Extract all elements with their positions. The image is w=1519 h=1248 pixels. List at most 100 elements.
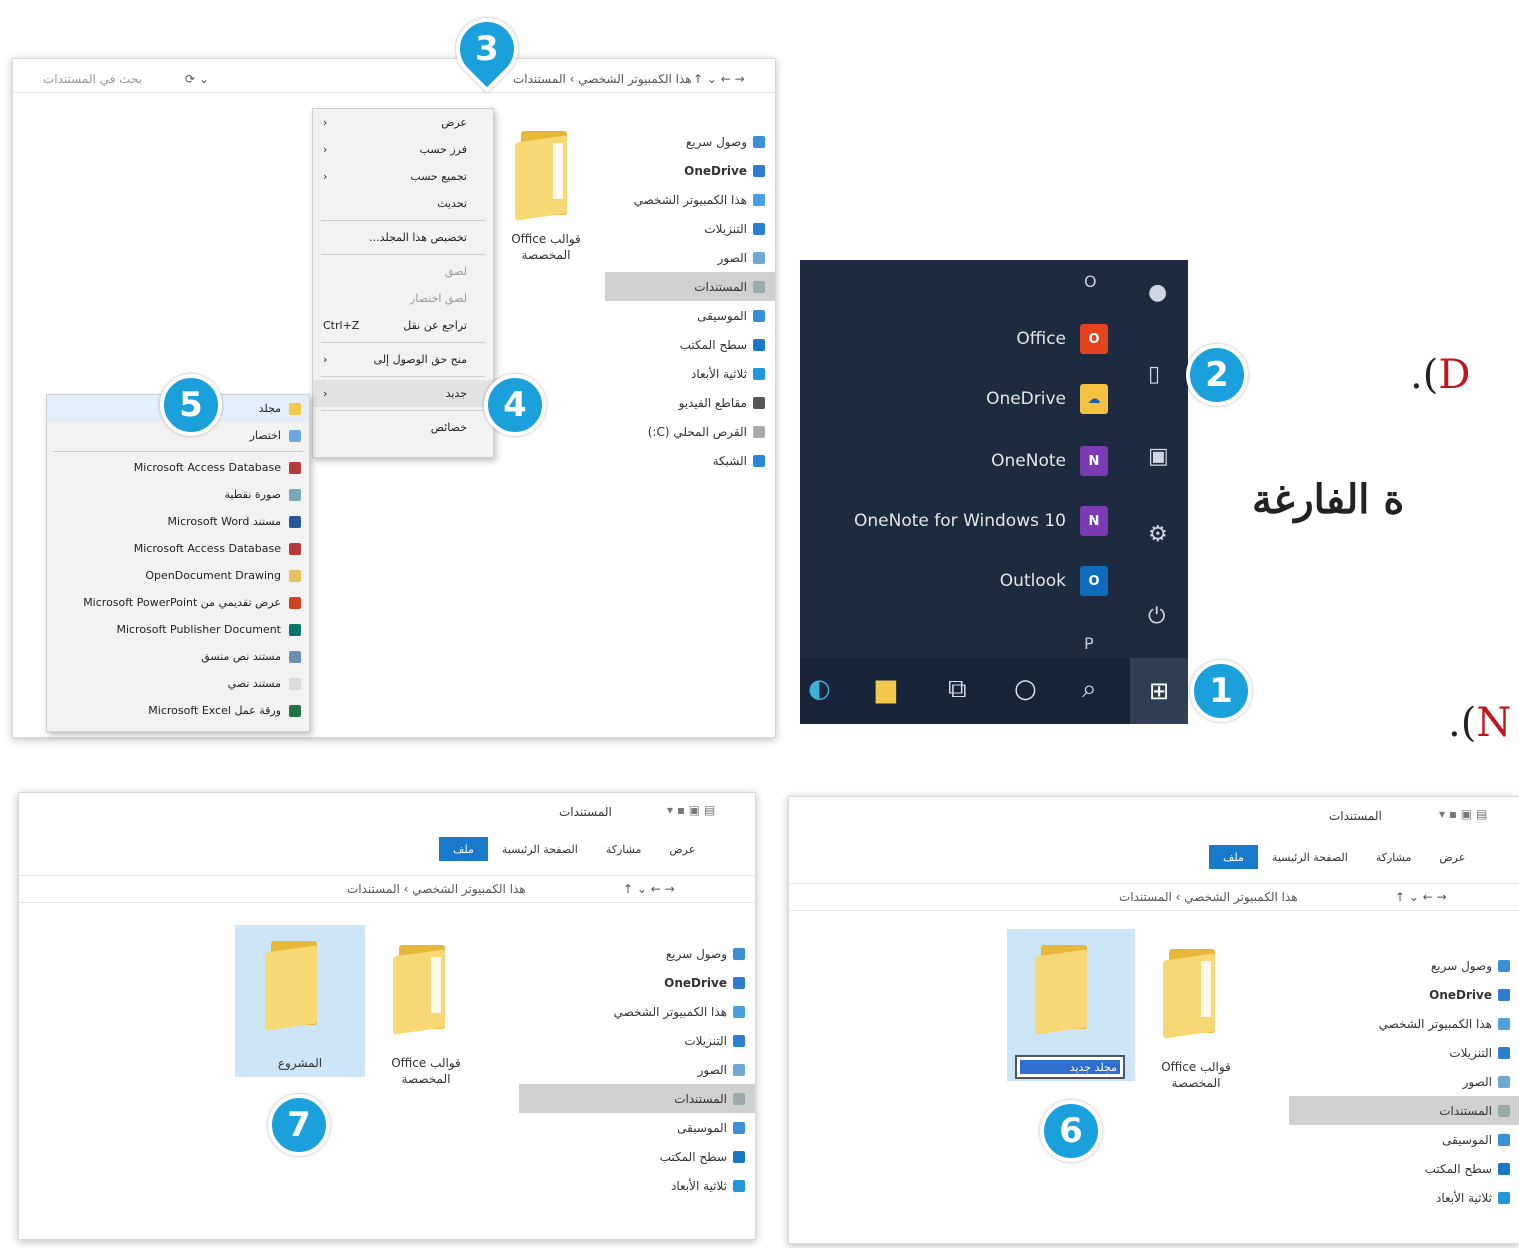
nav-arrows-icon[interactable]: ↑ ⌄ ← → bbox=[1395, 890, 1447, 904]
nav-arrows-icon[interactable]: ↑ ⌄ ← → bbox=[693, 72, 745, 86]
nav-music[interactable]: الموسيقى bbox=[1289, 1125, 1519, 1154]
tab-view[interactable]: عرض bbox=[1425, 845, 1479, 869]
submenu-access-db-2[interactable]: Microsoft Access Database bbox=[47, 535, 309, 562]
nav-documents[interactable]: المستندات bbox=[1289, 1096, 1519, 1125]
rename-input[interactable] bbox=[1015, 1055, 1125, 1079]
submenu-text[interactable]: مستند نصي bbox=[47, 670, 309, 697]
folder-icon[interactable] bbox=[265, 935, 323, 1031]
address-bar[interactable]: هذا الكمبيوتر الشخصي › المستندات ↑ ⌄ ← → bbox=[789, 883, 1519, 911]
windows-start-button[interactable]: ⊞ bbox=[1130, 658, 1188, 724]
app-onenote-win10[interactable]: OneNote for Windows 10 N bbox=[854, 506, 1108, 536]
nav-downloads[interactable]: التنزيلات bbox=[605, 214, 775, 243]
search-icon[interactable]: ⌕ bbox=[1082, 674, 1097, 705]
nav-desktop[interactable]: سطح المكتب bbox=[519, 1142, 755, 1171]
file-explorer-icon[interactable]: ▆ bbox=[876, 674, 896, 704]
power-icon[interactable]: ⏻ bbox=[1148, 604, 1165, 629]
nav-downloads[interactable]: التنزيلات bbox=[519, 1026, 755, 1055]
menu-paste[interactable]: لصق bbox=[313, 258, 493, 285]
nav-3d-objects[interactable]: ثلاثية الأبعاد bbox=[1289, 1183, 1519, 1212]
app-office[interactable]: Office O bbox=[1016, 324, 1108, 354]
folder-icon[interactable] bbox=[1163, 943, 1221, 1039]
nav-onedrive[interactable]: OneDrive bbox=[1289, 980, 1519, 1009]
nav-pictures[interactable]: الصور bbox=[1289, 1067, 1519, 1096]
submenu-word[interactable]: مستند Microsoft Word bbox=[47, 508, 309, 535]
tab-view[interactable]: عرض bbox=[655, 837, 709, 861]
nav-downloads[interactable]: التنزيلات bbox=[1289, 1038, 1519, 1067]
menu-refresh[interactable]: تحديث bbox=[313, 190, 493, 217]
submenu-odg[interactable]: OpenDocument Drawing bbox=[47, 562, 309, 589]
nav-onedrive[interactable]: OneDrive bbox=[519, 968, 755, 997]
edge-icon[interactable]: ◐ bbox=[808, 674, 831, 704]
tab-file[interactable]: ملف bbox=[1209, 845, 1258, 869]
address-path[interactable]: هذا الكمبيوتر الشخصي › المستندات bbox=[347, 882, 526, 896]
nav-this-pc[interactable]: هذا الكمبيوتر الشخصي bbox=[1289, 1009, 1519, 1038]
submenu-excel[interactable]: ورقة عمل Microsoft Excel bbox=[47, 697, 309, 724]
nav-arrows-icon[interactable]: ↑ ⌄ ← → bbox=[623, 882, 675, 896]
documents-icon[interactable]: ▯ bbox=[1148, 362, 1160, 387]
nav-music[interactable]: الموسيقى bbox=[519, 1113, 755, 1142]
folder-icon[interactable] bbox=[515, 125, 573, 221]
nav-desktop[interactable]: سطح المكتب bbox=[605, 330, 775, 359]
nav-music[interactable]: الموسيقى bbox=[605, 301, 775, 330]
menu-sort-by[interactable]: فرز حسب ‹ bbox=[313, 136, 493, 163]
address-path[interactable]: هذا الكمبيوتر الشخصي › المستندات bbox=[513, 72, 692, 86]
submenu-powerpoint[interactable]: عرض تقديمي من Microsoft PowerPoint bbox=[47, 589, 309, 616]
tab-home[interactable]: الصفحة الرئيسية bbox=[1258, 845, 1362, 869]
refresh-icon[interactable]: ⟳ ⌄ bbox=[185, 72, 209, 86]
nav-quick-access[interactable]: وصول سريع bbox=[519, 939, 755, 968]
submenu-bitmap[interactable]: صورة نقطية bbox=[47, 481, 309, 508]
nav-videos[interactable]: مقاطع الفيديو bbox=[605, 388, 775, 417]
nav-onedrive[interactable]: OneDrive bbox=[605, 156, 775, 185]
app-onedrive[interactable]: OneDrive ☁ bbox=[986, 384, 1108, 414]
folder-label[interactable]: قوالب Office المخصصة bbox=[497, 231, 595, 263]
menu-customize-folder[interactable]: تخصيص هذا المجلد... bbox=[313, 224, 493, 251]
menu-undo-move[interactable]: تراجع عن نقل Ctrl+Z bbox=[313, 312, 493, 339]
folder-icon[interactable] bbox=[393, 939, 451, 1035]
nav-local-disk[interactable]: القرص المحلي (C:) bbox=[605, 417, 775, 446]
nav-quick-access[interactable]: وصول سريع bbox=[605, 127, 775, 156]
task-view-icon[interactable]: ⧉ bbox=[948, 674, 967, 705]
nav-3d-objects[interactable]: ثلاثية الأبعاد bbox=[519, 1171, 755, 1200]
nav-this-pc[interactable]: هذا الكمبيوتر الشخصي bbox=[519, 997, 755, 1026]
menu-give-access[interactable]: منح حق الوصول إلى ‹ bbox=[313, 346, 493, 373]
step-callout-5: 5 bbox=[160, 374, 222, 436]
menu-group-by[interactable]: تجميع حسب ‹ bbox=[313, 163, 493, 190]
nav-label: الموسيقى bbox=[1442, 1132, 1492, 1147]
menu-new[interactable]: جديد ‹ bbox=[313, 380, 493, 407]
settings-gear-icon[interactable]: ⚙ bbox=[1148, 522, 1168, 547]
nav-quick-access[interactable]: وصول سريع bbox=[1289, 951, 1519, 980]
submenu-rtf[interactable]: مستند نص منسق bbox=[47, 643, 309, 670]
tab-share[interactable]: مشاركة bbox=[1362, 845, 1426, 869]
address-bar[interactable]: هذا الكمبيوتر الشخصي › المستندات ↑ ⌄ ← → bbox=[19, 875, 755, 903]
nav-this-pc[interactable]: هذا الكمبيوتر الشخصي bbox=[605, 185, 775, 214]
tab-share[interactable]: مشاركة bbox=[592, 837, 656, 861]
tab-home[interactable]: الصفحة الرئيسية bbox=[488, 837, 592, 861]
folder-label-office-templates[interactable]: قوالب Office المخصصة bbox=[371, 1055, 481, 1087]
folder-icon[interactable] bbox=[1035, 939, 1093, 1035]
folder-label-office-templates[interactable]: قوالب Office المخصصة bbox=[1141, 1059, 1251, 1091]
search-box[interactable]: بحث في المستندات bbox=[43, 72, 173, 86]
menu-paste-shortcut[interactable]: لصق اختصار bbox=[313, 285, 493, 312]
pictures-icon[interactable]: ▣ bbox=[1148, 444, 1169, 469]
nav-documents[interactable]: المستندات bbox=[605, 272, 775, 301]
submenu-access-db[interactable]: Microsoft Access Database bbox=[47, 454, 309, 481]
user-icon[interactable]: ● bbox=[1148, 280, 1167, 305]
nav-pictures[interactable]: الصور bbox=[519, 1055, 755, 1084]
address-path[interactable]: هذا الكمبيوتر الشخصي › المستندات bbox=[1119, 890, 1298, 904]
menu-properties[interactable]: خصائص bbox=[313, 414, 493, 441]
nav-documents[interactable]: المستندات bbox=[519, 1084, 755, 1113]
nav-network[interactable]: الشبكة bbox=[605, 446, 775, 475]
title-toolbar-icons[interactable]: ▾ ▪ ▣ ▤ bbox=[1439, 807, 1487, 821]
nav-pictures[interactable]: الصور bbox=[605, 243, 775, 272]
menu-view[interactable]: عرض ‹ bbox=[313, 109, 493, 136]
tab-file[interactable]: ملف bbox=[439, 837, 488, 861]
app-onenote[interactable]: OneNote N bbox=[991, 446, 1108, 476]
submenu-publisher[interactable]: Microsoft Publisher Document bbox=[47, 616, 309, 643]
app-outlook[interactable]: Outlook O bbox=[1000, 566, 1108, 596]
nav-3d-objects[interactable]: ثلاثية الأبعاد bbox=[605, 359, 775, 388]
title-toolbar-icons[interactable]: ▾ ▪ ▣ ▤ bbox=[667, 803, 715, 817]
folder-label-project[interactable]: المشروع bbox=[255, 1055, 345, 1071]
address-bar[interactable]: بحث في المستندات ⟳ ⌄ هذا الكمبيوتر الشخص… bbox=[13, 65, 775, 93]
nav-desktop[interactable]: سطح المكتب bbox=[1289, 1154, 1519, 1183]
cortana-icon[interactable]: ○ bbox=[1014, 674, 1037, 704]
